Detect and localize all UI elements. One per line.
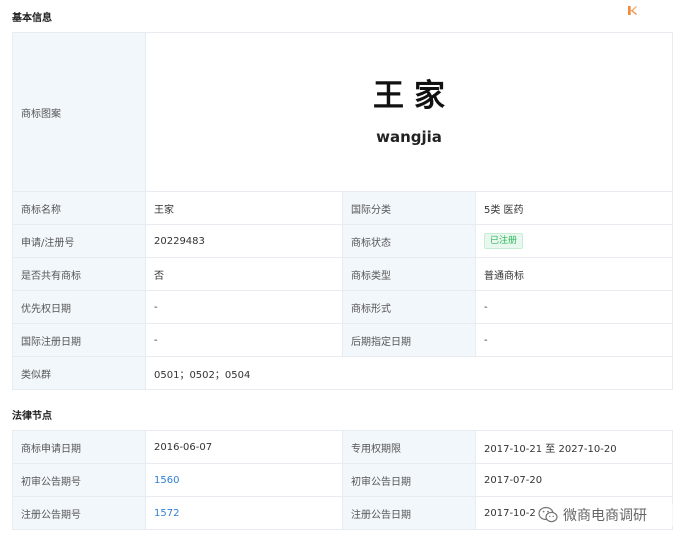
watermark-text: 微商电商调研: [563, 508, 647, 524]
table-row: 商标名称 王家 国际分类 5类 医药: [12, 191, 673, 225]
trademark-form-value: -: [475, 290, 673, 324]
registration-announcement-issue-link[interactable]: 1572: [154, 508, 179, 519]
intl-registration-date-value: -: [145, 323, 343, 357]
field-label: 国际注册日期: [12, 323, 146, 357]
legal-nodes-title: 法律节点: [12, 411, 52, 422]
field-label: 类似群: [12, 356, 146, 390]
shared-trademark-value: 否: [145, 257, 343, 291]
table-row: 商标申请日期 2016-06-07 专用权期限 2017-10-21 至 202…: [12, 430, 673, 464]
similar-group-value: 0501；0502；0504: [145, 356, 673, 390]
field-label: 专用权期限: [342, 430, 476, 464]
field-label: 商标申请日期: [12, 430, 146, 464]
table-row: 初审公告期号 1560 初审公告日期 2017-07-20: [12, 463, 673, 497]
status-cell: 已注册: [475, 224, 673, 258]
trademark-logo-pinyin: wangjia: [376, 128, 442, 146]
registration-number-value: 20229483: [145, 224, 343, 258]
trademark-name-value: 王家: [145, 191, 343, 225]
logo-label: 商标图案: [12, 32, 146, 192]
field-label: 注册公告日期: [342, 496, 476, 530]
table-row: 申请/注册号 20229483 商标状态 已注册: [12, 224, 673, 258]
prelim-announcement-date-value: 2017-07-20: [475, 463, 673, 497]
watermark: 微商电商调研: [538, 504, 678, 526]
field-label: 商标名称: [12, 191, 146, 225]
priority-date-value: -: [145, 290, 343, 324]
status-badge: 已注册: [484, 233, 524, 249]
field-label: 商标形式: [342, 290, 476, 324]
table-row: 类似群 0501；0502；0504: [12, 356, 673, 390]
field-label: 初审公告日期: [342, 463, 476, 497]
prelim-announcement-issue-cell: 1560: [145, 463, 343, 497]
field-label: 后期指定日期: [342, 323, 476, 357]
prelim-announcement-issue-link[interactable]: 1560: [154, 475, 179, 486]
exclusive-right-term-value: 2017-10-21 至 2027-10-20: [475, 430, 673, 464]
wechat-icon: [538, 506, 558, 523]
field-label: 商标状态: [342, 224, 476, 258]
field-label: 注册公告期号: [12, 496, 146, 530]
intl-class-value: 5类 医药: [475, 191, 673, 225]
field-label: 是否共有商标: [12, 257, 146, 291]
field-label: 国际分类: [342, 191, 476, 225]
table-row: 优先权日期 - 商标形式 -: [12, 290, 673, 324]
trademark-type-value: 普通商标: [475, 257, 673, 291]
field-label: 商标类型: [342, 257, 476, 291]
field-label: 初审公告期号: [12, 463, 146, 497]
table-row: 国际注册日期 - 后期指定日期 -: [12, 323, 673, 357]
trademark-logo: 王家 wangjia: [145, 32, 673, 192]
basic-info-table: 商标图案 王家 wangjia 商标名称 王家 国际分类 5类 医药 申请/注册…: [12, 32, 673, 390]
field-label: 优先权日期: [12, 290, 146, 324]
trademark-logo-text: 王家: [373, 78, 455, 114]
application-date-value: 2016-06-07: [145, 430, 343, 464]
edit-icon[interactable]: [628, 6, 637, 15]
table-row: 是否共有商标 否 商标类型 普通商标: [12, 257, 673, 291]
subsequent-designation-date-value: -: [475, 323, 673, 357]
basic-info-title: 基本信息: [12, 13, 52, 24]
logo-row: 商标图案 王家 wangjia: [12, 32, 673, 192]
field-label: 申请/注册号: [12, 224, 146, 258]
registration-announcement-issue-cell: 1572: [145, 496, 343, 530]
